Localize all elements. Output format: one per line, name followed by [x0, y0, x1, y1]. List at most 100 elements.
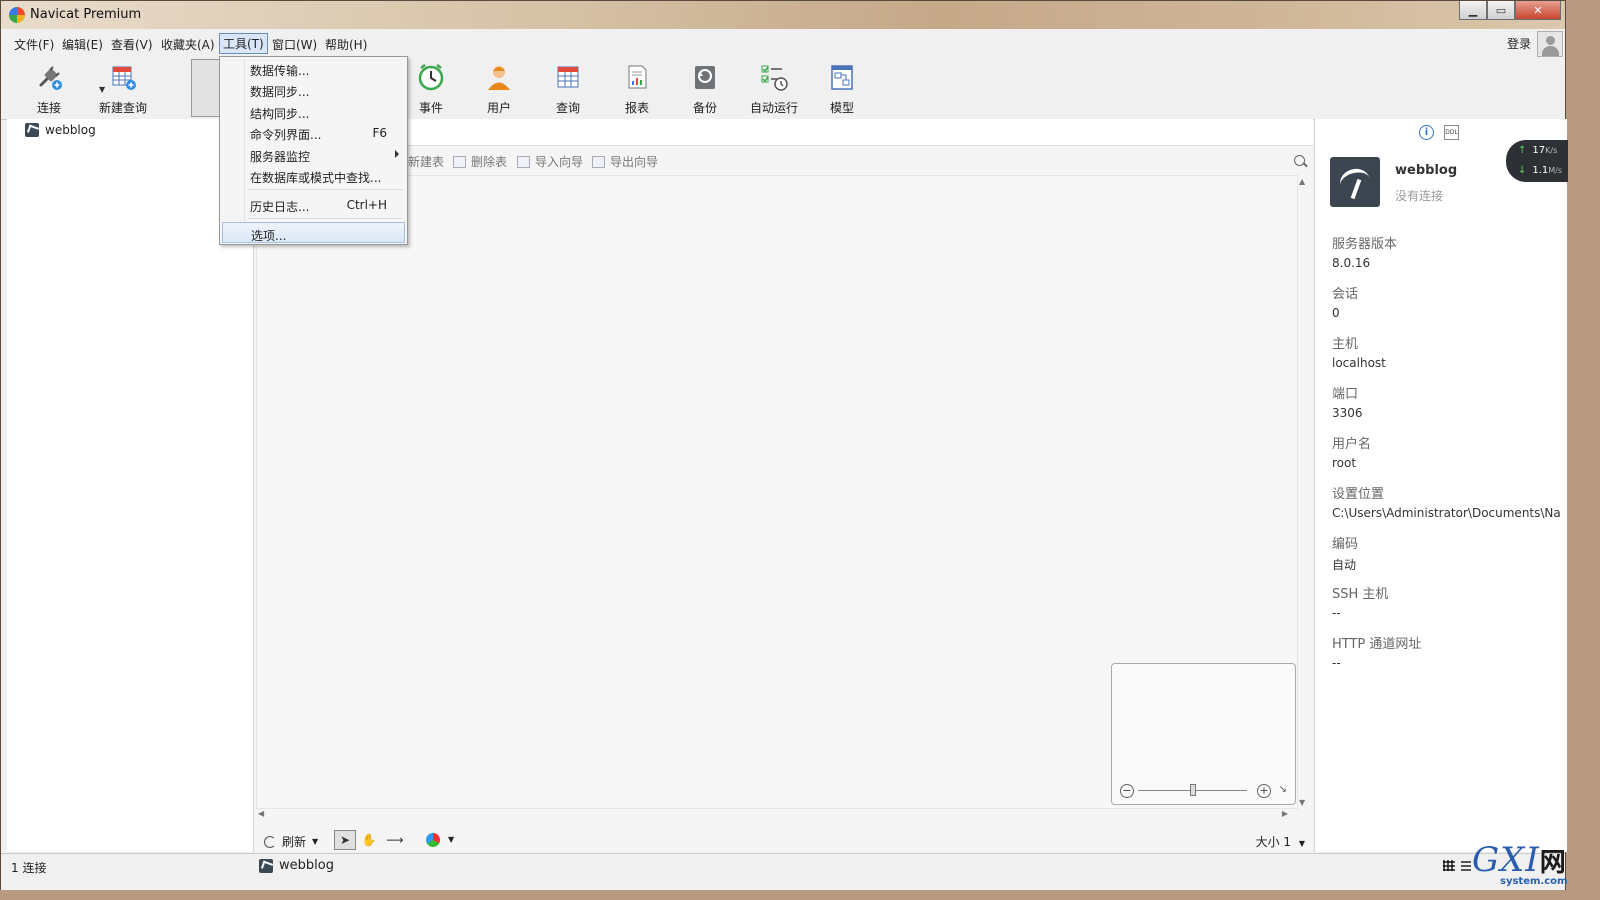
menu-item-data-sync[interactable]: 数据同步...: [222, 79, 405, 100]
info-icon[interactable]: i: [1419, 125, 1434, 140]
query-icon: [557, 66, 579, 88]
vertical-scrollbar[interactable]: ▲ ▼: [1299, 177, 1309, 807]
menu-item-data-transfer[interactable]: 数据传输...: [222, 58, 405, 79]
zoom-in-icon[interactable]: +: [1257, 784, 1271, 798]
new-query-button[interactable]: 新建查询: [93, 59, 153, 117]
refresh-icon: [264, 835, 276, 848]
download-speed: ↓ 1.1M/s: [1518, 165, 1562, 176]
hand-tool-icon[interactable]: ✋: [358, 830, 380, 850]
prop-value: 自动: [1332, 558, 1357, 572]
navicat-logo-icon: [9, 7, 25, 23]
menu-item-find-in-db[interactable]: 在数据库或模式中查找...: [222, 165, 405, 186]
menu-tools[interactable]: 工具(T): [219, 33, 268, 54]
prop-value: localhost: [1332, 356, 1386, 370]
zoom-out-icon[interactable]: −: [1120, 784, 1134, 798]
watermark-brand-cn: 网: [1539, 848, 1567, 878]
size-selector[interactable]: 大小 1 ▼: [1256, 833, 1305, 850]
automation-button[interactable]: 自动运行: [744, 59, 804, 117]
watermark-site: system.com: [1500, 876, 1568, 887]
grid-view-icon[interactable]: [1443, 860, 1455, 871]
backup-icon: [695, 66, 715, 89]
watermark-logo: GXI网: [1472, 840, 1567, 880]
backup-button[interactable]: 备份: [675, 59, 735, 117]
horizontal-scrollbar[interactable]: ◀ ▶: [258, 809, 1288, 821]
color-dropdown-icon[interactable]: ▼: [448, 835, 454, 844]
download-unit: M/s: [1548, 166, 1563, 175]
model-button[interactable]: 模型: [812, 59, 872, 117]
minimap[interactable]: − + ↘: [1111, 663, 1296, 805]
search-icon[interactable]: [1294, 155, 1305, 166]
export-wizard-button[interactable]: 导出向导: [592, 153, 658, 170]
delete-table-button[interactable]: 删除表: [453, 153, 507, 170]
avatar-icon[interactable]: [1537, 31, 1563, 57]
current-connection-label: webblog: [279, 858, 334, 873]
mysql-connection-icon: [259, 858, 273, 873]
query-label: 查询: [555, 101, 580, 115]
resize-icon[interactable]: ↘: [1279, 784, 1287, 795]
navicat-window: Navicat Premium ▁ ▭ ✕ 文件(F) 编辑(E) 查看(V) …: [0, 0, 1567, 890]
menu-view[interactable]: 查看(V): [108, 35, 156, 54]
connector-tool-icon[interactable]: ⟶: [384, 830, 406, 850]
delete-table-label: 删除表: [471, 155, 508, 169]
menu-favorites[interactable]: 收藏夹(A): [158, 35, 218, 54]
list-view-icon[interactable]: [1461, 860, 1471, 871]
scroll-up-icon[interactable]: ▲: [1299, 177, 1305, 186]
size-label: 大小 1: [1255, 835, 1292, 849]
user-label: 用户: [486, 101, 511, 115]
prop-value: root: [1332, 456, 1357, 470]
window-title: Navicat Premium: [30, 7, 142, 22]
event-button[interactable]: 事件: [401, 59, 461, 117]
maximize-button[interactable]: ▭: [1487, 1, 1515, 20]
minimize-button[interactable]: ▁: [1459, 1, 1487, 20]
menu-item-history-log[interactable]: 历史日志... Ctrl+H: [222, 194, 405, 215]
prop-value: C:\Users\Administrator\Documents\Na: [1332, 506, 1561, 520]
menu-item-structure-sync[interactable]: 结构同步...: [222, 101, 405, 122]
prop-value: --: [1332, 606, 1341, 620]
user-button[interactable]: 用户: [469, 59, 529, 117]
menu-file[interactable]: 文件(F): [11, 35, 57, 54]
prop-key: 服务器版本: [1332, 237, 1398, 252]
new-table-button[interactable]: 新建表: [408, 153, 444, 170]
connection-name: webblog: [1395, 163, 1458, 178]
refresh-dropdown-icon: ▼: [312, 837, 319, 846]
tree-item-label: webblog: [45, 123, 96, 137]
login-link[interactable]: 登录: [1507, 35, 1531, 52]
table-button[interactable]: [191, 59, 221, 117]
report-button[interactable]: 报表: [607, 59, 667, 117]
backup-label: 备份: [692, 101, 717, 115]
query-button[interactable]: 查询: [538, 59, 598, 117]
tree-item-connection[interactable]: webblog: [25, 121, 96, 139]
plug-icon: [39, 66, 62, 90]
download-arrow-icon: ↓: [1518, 165, 1527, 176]
menu-window[interactable]: 窗口(W): [269, 35, 320, 54]
import-wizard-label: 导入向导: [535, 155, 584, 169]
upload-speed: ↑ 17K/s: [1518, 145, 1557, 156]
zoom-bar: − + ↘: [1120, 784, 1287, 800]
prop-host: 主机 localhost: [1332, 333, 1386, 370]
upload-arrow-icon: ↑: [1518, 145, 1527, 156]
object-pane: 新建表 删除表 导入向导 导出向导 ▲ ▼ ◀ ▶ − + ↘ 刷新 ▼ ➤ ✋…: [254, 119, 1313, 852]
pointer-tool-icon[interactable]: ➤: [334, 830, 356, 850]
menu-item-label: 结构同步...: [250, 107, 310, 121]
scroll-right-icon[interactable]: ▶: [1282, 809, 1288, 818]
menu-edit[interactable]: 编辑(E): [59, 35, 106, 54]
menu-item-label: 数据传输...: [250, 64, 310, 78]
connection-count: 1 连接: [11, 861, 47, 875]
zoom-slider-handle[interactable]: [1190, 784, 1196, 796]
menu-separator: [248, 218, 403, 219]
menu-item-console[interactable]: 命令列界面... F6: [222, 122, 405, 143]
submenu-arrow-icon: [395, 150, 399, 158]
import-wizard-button[interactable]: 导入向导: [517, 153, 583, 170]
ddl-icon[interactable]: DDL: [1444, 125, 1459, 140]
prop-http-tunnel: HTTP 通道网址 --: [1332, 633, 1421, 670]
menu-item-server-monitor[interactable]: 服务器监控: [222, 144, 405, 165]
menu-help[interactable]: 帮助(H): [322, 35, 370, 54]
scroll-down-icon[interactable]: ▼: [1299, 798, 1305, 807]
menu-item-options[interactable]: 选项...: [222, 222, 405, 243]
color-picker-icon[interactable]: [426, 833, 440, 847]
scroll-left-icon[interactable]: ◀: [258, 809, 264, 818]
connect-button[interactable]: 连接 ▼: [19, 59, 105, 117]
refresh-button[interactable]: 刷新 ▼: [264, 833, 318, 850]
prop-username: 用户名 root: [1332, 433, 1371, 470]
close-button[interactable]: ✕: [1515, 1, 1561, 20]
